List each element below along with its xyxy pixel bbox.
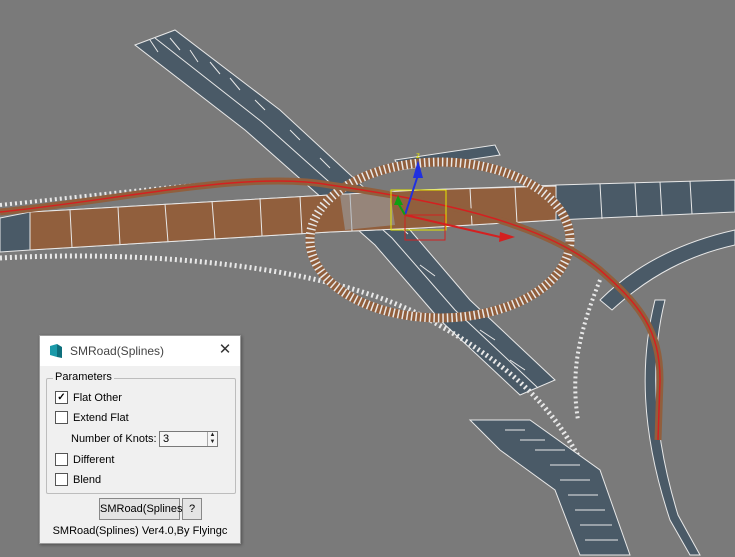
smroad-dialog: SMRoad(Splines) ✕ Parameters ✓ Flat Othe… xyxy=(39,335,241,544)
close-icon[interactable]: ✕ xyxy=(218,342,232,357)
checkbox-icon[interactable] xyxy=(55,473,68,486)
version-footer: SMRoad(Splines) Ver4.0,By Flyingc xyxy=(52,525,228,537)
help-button[interactable]: ? xyxy=(182,498,202,520)
extend-flat-checkbox[interactable]: Extend Flat xyxy=(55,411,129,424)
extend-flat-label: Extend Flat xyxy=(73,411,129,424)
knots-value[interactable]: 3 xyxy=(160,432,207,446)
blend-checkbox[interactable]: Blend xyxy=(55,473,101,486)
spin-down-icon[interactable]: ▼ xyxy=(208,439,217,446)
parameters-group-label: Parameters xyxy=(53,371,114,383)
checkbox-icon[interactable]: ✓ xyxy=(55,391,68,404)
dialog-titlebar[interactable]: SMRoad(Splines) ✕ xyxy=(40,336,240,366)
spin-up-icon[interactable]: ▲ xyxy=(208,432,217,439)
parameters-group: Parameters ✓ Flat Other Extend Flat Numb… xyxy=(46,371,236,494)
blend-label: Blend xyxy=(73,473,102,486)
gizmo-z-label: z xyxy=(416,151,420,160)
app-icon xyxy=(50,344,62,358)
smroad-button[interactable]: SMRoad(Splines) xyxy=(99,498,186,520)
knots-label: Number of Knots: xyxy=(71,433,157,445)
different-checkbox[interactable]: Different xyxy=(55,453,114,466)
checkbox-icon[interactable] xyxy=(55,453,68,466)
flat-other-label: Flat Other xyxy=(73,391,122,404)
dialog-title: SMRoad(Splines) xyxy=(70,344,165,358)
checkbox-icon[interactable] xyxy=(55,411,68,424)
knots-spinner[interactable]: 3 ▲ ▼ xyxy=(159,431,218,447)
flat-other-checkbox[interactable]: ✓ Flat Other xyxy=(55,391,122,404)
different-label: Different xyxy=(73,453,115,466)
